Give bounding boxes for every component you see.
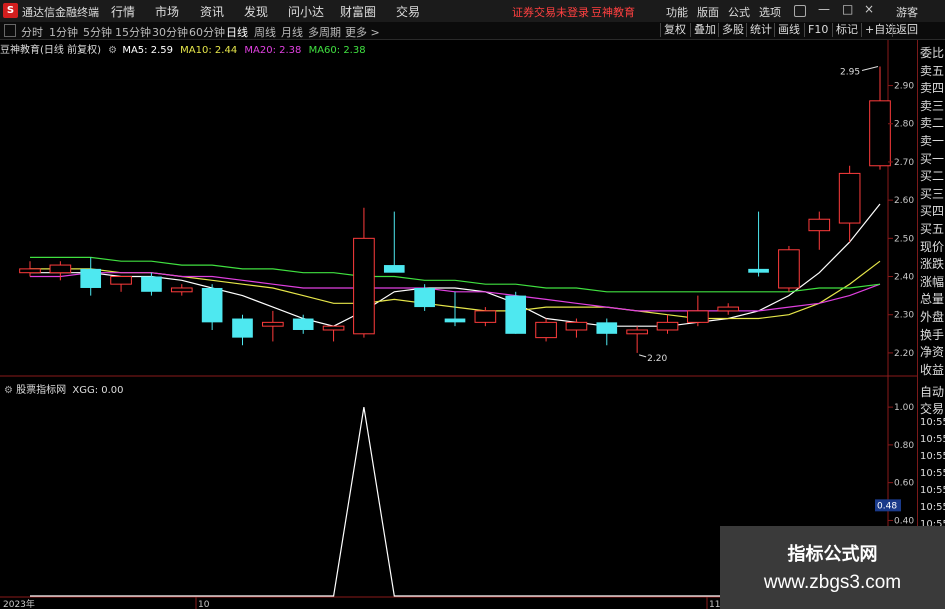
- candle-body-12: [383, 265, 405, 273]
- candle-body-4: [141, 276, 162, 292]
- candle-body-10: [322, 325, 345, 331]
- candle-body-11: [353, 237, 375, 335]
- candle-body-20: [626, 329, 648, 335]
- side-quote-row-18: 收益: [920, 362, 945, 377]
- candle-body-26: [808, 218, 831, 232]
- side-quote-row-7: 买二: [920, 169, 945, 184]
- side-trade-row-0: 自动: [920, 385, 945, 399]
- price-tick-label-2: 2.70: [894, 158, 914, 168]
- side-trade-row-4: 10:55: [920, 451, 945, 462]
- candle-body-9: [292, 318, 314, 330]
- side-trade-row-7: 10:55: [920, 502, 945, 513]
- indicator-legend: ⚙ 股票指标网 XGG: 0.00: [4, 381, 124, 396]
- candle-body-1: [49, 264, 72, 274]
- side-quote-row-16: 换手: [920, 327, 945, 342]
- side-quote-row-6: 买一: [920, 151, 945, 166]
- candle-body-21: [656, 321, 679, 331]
- side-quote-row-1: 卖五: [920, 63, 945, 78]
- watermark: 指标公式网 www.zbgs3.com: [720, 526, 945, 609]
- watermark-url: www.zbgs3.com: [763, 572, 902, 593]
- candle-body-14: [444, 318, 466, 323]
- candle-body-16: [505, 295, 527, 334]
- candle-body-8: [262, 321, 284, 327]
- candle-body-18: [565, 321, 588, 331]
- side-quote-row-12: 涨跌: [920, 257, 945, 272]
- indicator-settings-icon[interactable]: ⚙: [4, 385, 13, 396]
- ind-tick-label-3: 0.48: [877, 501, 897, 511]
- candle-body-13: [414, 287, 435, 308]
- candle-body-25: [778, 249, 800, 289]
- high-label: 2.95: [840, 67, 860, 77]
- side-quote-row-9: 买四: [920, 204, 945, 219]
- price-tick-label-0: 2.90: [894, 82, 914, 92]
- side-quote-row-4: 卖二: [920, 116, 945, 131]
- candle-body-17: [535, 321, 557, 339]
- candle-body-3: [110, 276, 132, 285]
- quote-side-panel: 委比卖五卖四卖三卖二卖一买一买二买三买四买五现价涨跌涨幅总量外盘换手净资收益自动…: [917, 40, 945, 609]
- ind-tick-label-2: 0.60: [894, 479, 914, 489]
- price-tick-label-5: 2.40: [894, 273, 914, 283]
- side-quote-row-10: 买五: [920, 222, 945, 236]
- price-tick-label-3: 2.60: [894, 196, 914, 206]
- side-trade-row-5: 10:55: [920, 468, 945, 479]
- indicator-value: XGG: 0.00: [72, 385, 124, 396]
- candle-body-24: [748, 268, 769, 273]
- ind-tick-label-0: 1.00: [894, 403, 914, 413]
- candle-body-28: [869, 100, 891, 167]
- price-tick-label-1: 2.80: [894, 120, 914, 130]
- date-label-2: 11: [709, 600, 720, 609]
- side-quote-row-15: 外盘: [920, 310, 945, 324]
- candle-body-0: [19, 268, 41, 274]
- watermark-title: 指标公式网: [787, 544, 878, 565]
- date-label-0: 2023年: [3, 598, 35, 609]
- candle-body-5: [170, 287, 193, 293]
- side-quote-row-2: 卖四: [920, 81, 945, 96]
- low-label: 2.20: [647, 354, 667, 364]
- high-pointer: [861, 65, 879, 71]
- chart-canvas[interactable]: 2.90 2.80 2.70 2.60 2.50 2.40 2.30 2.20 1.00 0.80…: [0, 0, 917, 609]
- side-quote-row-14: 总量: [920, 292, 945, 307]
- indicator-name: 股票指标网: [16, 385, 67, 396]
- candle-body-23: [717, 306, 740, 312]
- candle-body-15: [474, 310, 497, 323]
- side-quote-row-17: 净资: [920, 345, 945, 360]
- candle-body-22: [687, 310, 709, 323]
- side-trade-row-2: 10:55: [920, 417, 945, 428]
- side-trade-row-3: 10:55: [920, 434, 945, 445]
- side-trade-row-6: 10:55: [920, 485, 945, 496]
- date-label-1: 10: [198, 600, 210, 609]
- side-quote-row-3: 卖三: [920, 98, 945, 113]
- candle-body-7: [232, 318, 253, 338]
- chart-grid: [0, 40, 917, 609]
- ind-tick-label-1: 0.80: [894, 441, 914, 451]
- price-tick-label-4: 2.50: [894, 234, 914, 244]
- candle-body-2: [80, 268, 102, 288]
- candle-body-27: [838, 172, 861, 224]
- price-tick-label-7: 2.20: [894, 349, 914, 359]
- side-quote-row-5: 卖一: [920, 134, 945, 148]
- side-quote-row-11: 现价: [920, 239, 945, 254]
- side-quote-row-8: 买三: [920, 186, 945, 201]
- side-quote-row-0: 委比: [920, 46, 945, 60]
- low-pointer: [639, 354, 647, 358]
- side-trade-row-1: 交易: [920, 402, 945, 416]
- ind-tick-label-4: 0.40: [894, 516, 914, 526]
- price-tick-label-6: 2.30: [894, 311, 914, 321]
- side-quote-row-13: 涨幅: [920, 274, 945, 289]
- candle-body-6: [201, 287, 223, 323]
- candle-body-19: [596, 322, 618, 334]
